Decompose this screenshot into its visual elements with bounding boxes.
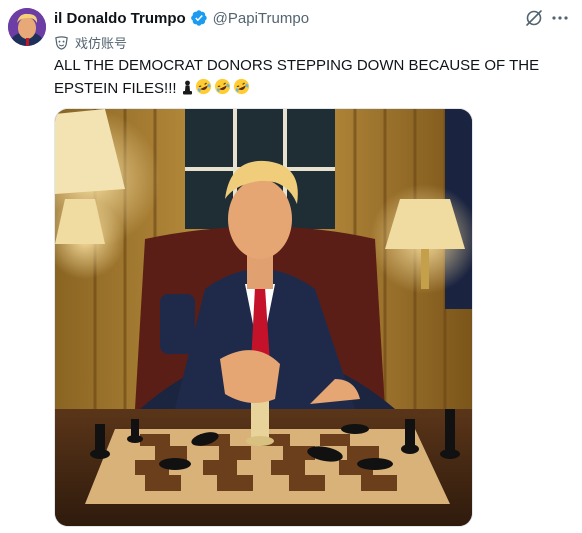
tweet-text: ALL THE DEMOCRAT DONORS STEPPING DOWN BE… <box>54 56 554 99</box>
tweet-text-body: ALL THE DEMOCRAT DONORS STEPPING DOWN BE… <box>54 57 540 97</box>
verified-badge-icon <box>190 10 207 26</box>
parody-account-label: 戏仿账号 <box>54 33 127 51</box>
tweet-header: il Donaldo Trumpo @PapiTrumpo <box>54 8 570 28</box>
parody-mask-icon <box>55 35 68 50</box>
rolling-laughing-icon <box>195 78 211 95</box>
avatar[interactable] <box>8 8 46 46</box>
grok-icon[interactable] <box>524 8 544 28</box>
tweet-media-image[interactable] <box>54 108 473 527</box>
rolling-laughing-icon <box>233 78 249 95</box>
chess-pawn-icon <box>182 80 192 95</box>
rolling-laughing-icon <box>214 78 230 95</box>
avatar-image <box>8 8 46 46</box>
more-icon[interactable] <box>550 8 570 28</box>
author-display-name[interactable]: il Donaldo Trumpo <box>54 10 186 27</box>
author-handle[interactable]: @PapiTrumpo <box>213 10 309 27</box>
chess-scene-image <box>55 109 472 526</box>
tweet[interactable]: il Donaldo Trumpo @PapiTrumpo 戏仿账号 ALL T… <box>0 0 582 533</box>
account-label-text: 戏仿账号 <box>75 35 128 51</box>
